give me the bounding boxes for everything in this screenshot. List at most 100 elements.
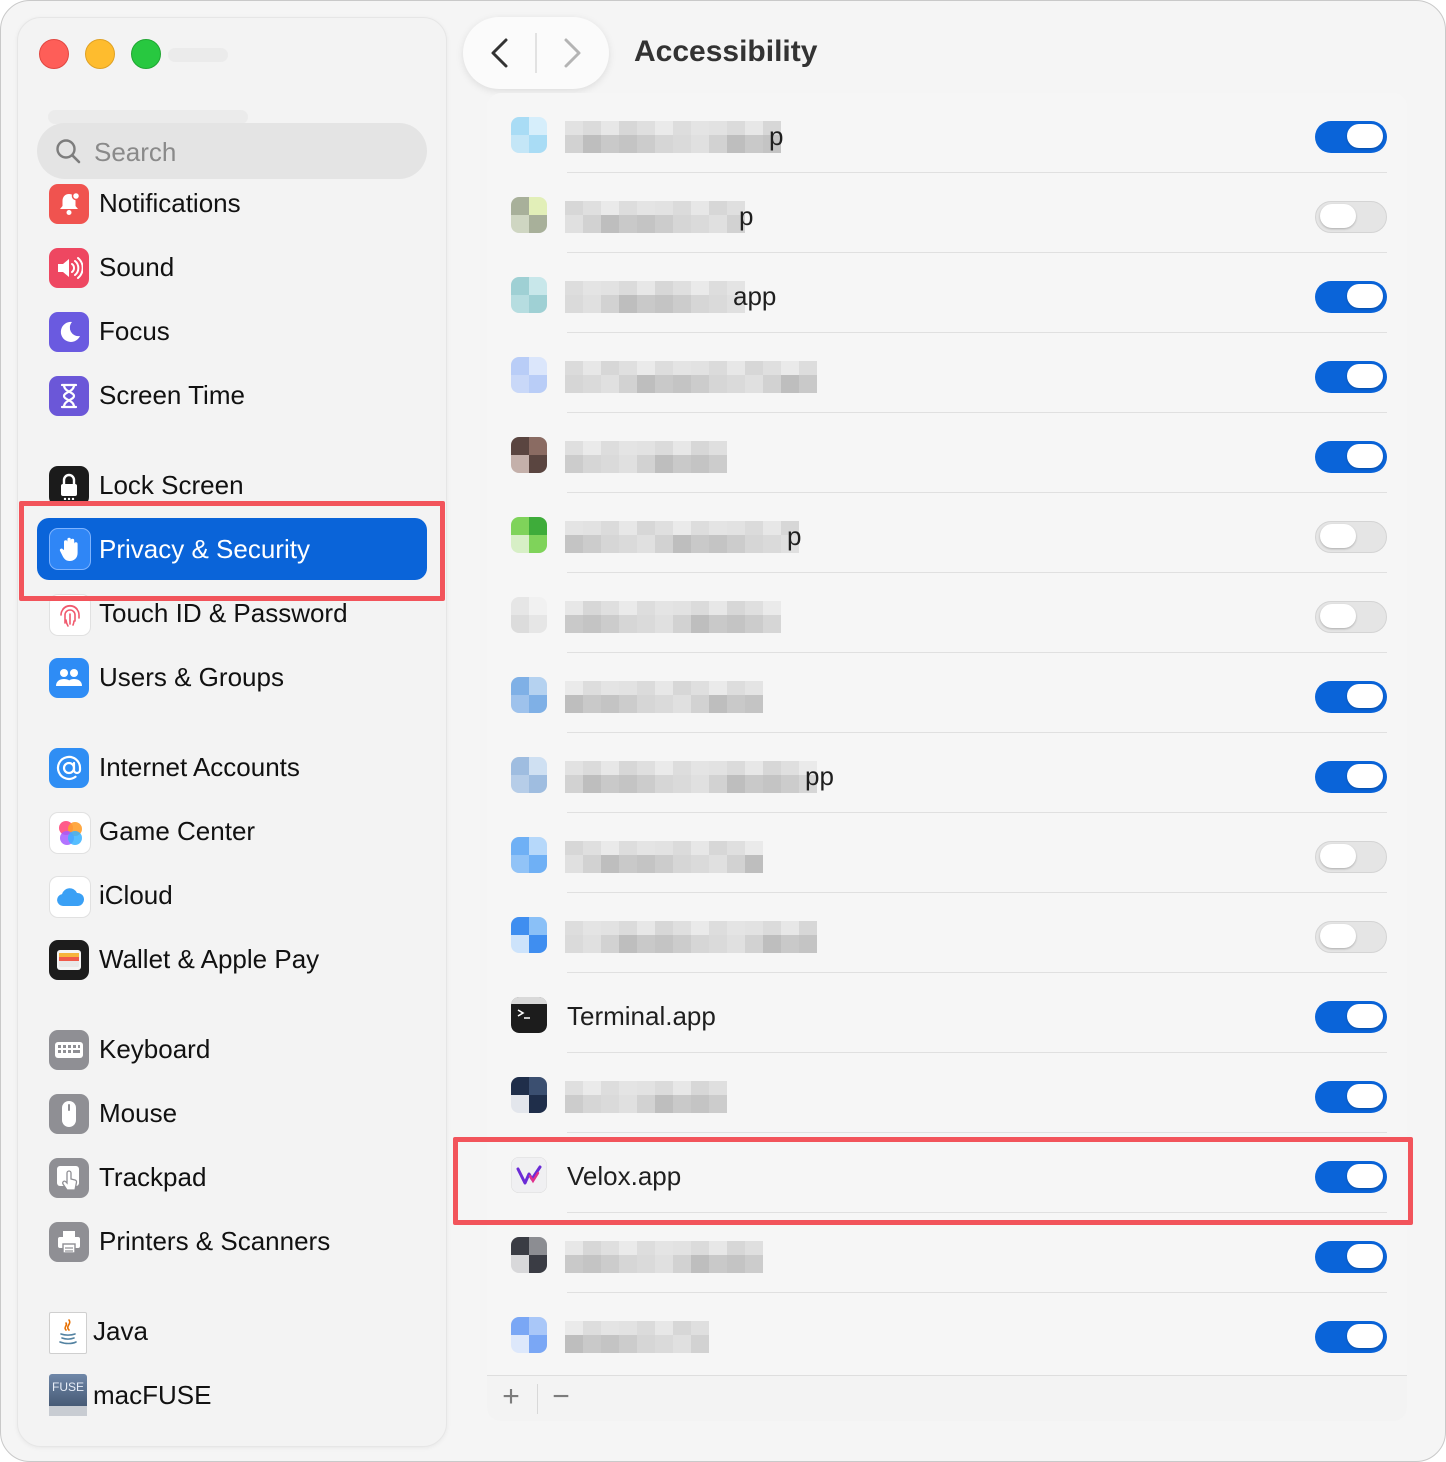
app-icon: [511, 917, 547, 953]
sidebar-item-sound[interactable]: Sound: [37, 238, 427, 298]
close-window-button[interactable]: [39, 39, 69, 69]
accessibility-toggle[interactable]: [1315, 1081, 1387, 1113]
toggle-knob: [1347, 684, 1383, 708]
sidebar-item-notifications[interactable]: Notifications: [37, 174, 427, 234]
trackpad-icon: [49, 1158, 89, 1198]
app-icon: [511, 1317, 547, 1353]
sidebar-item-printers-scanners[interactable]: Printers & Scanners: [37, 1212, 427, 1272]
zoom-window-button[interactable]: [131, 39, 161, 69]
accessibility-toggle[interactable]: [1315, 601, 1387, 633]
accessibility-toggle[interactable]: [1315, 121, 1387, 153]
remove-app-button[interactable]: −: [541, 1380, 581, 1414]
cloud-icon: [49, 876, 91, 918]
sidebar-item-label: Screen Time: [99, 380, 245, 410]
accessibility-toggle[interactable]: [1315, 441, 1387, 473]
accessibility-toggle[interactable]: [1315, 1321, 1387, 1353]
redacted-app-name: [565, 921, 817, 953]
hourglass-icon: [49, 376, 89, 416]
sidebar-item-label: Game Center: [99, 816, 256, 846]
back-button[interactable]: [485, 35, 515, 76]
sidebar-item-screen-time[interactable]: Screen Time: [37, 366, 427, 426]
sidebar-item-trackpad[interactable]: Trackpad: [37, 1148, 427, 1208]
speaker-icon: [49, 248, 89, 288]
app-row: [487, 333, 1407, 413]
app-name-suffix: p: [769, 121, 784, 151]
add-app-button[interactable]: +: [491, 1380, 531, 1414]
sidebar-item-label: Mouse: [99, 1098, 178, 1128]
app-icon: [511, 197, 547, 233]
toggle-knob: [1347, 284, 1383, 308]
sidebar-item-internet-accounts[interactable]: Internet Accounts: [37, 738, 427, 798]
app-icon: [511, 357, 547, 393]
sidebar-item-wallet[interactable]: Wallet & Apple Pay: [37, 930, 427, 990]
sidebar-item-label: Java: [93, 1316, 148, 1346]
app-name: Terminal.app: [567, 1001, 716, 1031]
highlight-velox-row: [453, 1137, 1413, 1225]
sidebar-item-game-center[interactable]: Game Center: [37, 802, 427, 862]
accessibility-toggle[interactable]: [1315, 1001, 1387, 1033]
sidebar-item-icloud[interactable]: iCloud: [37, 866, 427, 926]
app-icon: [511, 597, 547, 633]
sidebar-item-label: Focus: [99, 316, 170, 346]
app-row: Terminal.app: [487, 973, 1407, 1053]
users-icon: [49, 658, 89, 698]
sidebar-item-label: Keyboard: [99, 1034, 211, 1064]
printer-icon: [49, 1222, 89, 1262]
redacted-app-name: [565, 761, 817, 793]
sidebar-item-label: Users & Groups: [99, 662, 284, 692]
sidebar-item-label: Notifications: [99, 188, 241, 218]
sidebar-item-users-groups[interactable]: Users & Groups: [37, 648, 427, 708]
moon-icon: [49, 312, 89, 352]
app-row: [487, 1053, 1407, 1133]
toggle-knob: [1320, 844, 1356, 868]
app-name-suffix: app: [733, 281, 777, 311]
sidebar-item-mouse[interactable]: Mouse: [37, 1084, 427, 1144]
sidebar-item-focus[interactable]: Focus: [37, 302, 427, 362]
sidebar-item-macfuse[interactable]: FUSE macFUSE: [37, 1366, 427, 1426]
app-name-suffix: p: [739, 201, 754, 231]
highlight-privacy-security: [19, 501, 445, 601]
redacted-app-name: [565, 1081, 727, 1113]
page-title: Accessibility: [634, 35, 818, 68]
toggle-knob: [1347, 1244, 1383, 1268]
lock-icon: [49, 466, 89, 506]
accessibility-toggle[interactable]: [1315, 921, 1387, 953]
mouse-icon: [49, 1094, 89, 1134]
toggle-knob: [1320, 524, 1356, 548]
app-row: [487, 813, 1407, 893]
accessibility-toggle[interactable]: [1315, 361, 1387, 393]
app-icon: [511, 757, 547, 793]
sidebar-item-label: Touch ID & Password: [99, 598, 348, 628]
app-row: p: [487, 173, 1407, 253]
redacted-app-name: [565, 441, 727, 473]
terminal-icon: [511, 997, 547, 1033]
app-icon: [511, 437, 547, 473]
accessibility-toggle[interactable]: [1315, 681, 1387, 713]
sidebar-item-label: Trackpad: [99, 1162, 207, 1192]
app-name-suffix: p: [787, 521, 802, 551]
redacted-app-name: [565, 1321, 709, 1353]
game-center-icon: [49, 812, 91, 854]
accessibility-toggle[interactable]: [1315, 841, 1387, 873]
redacted-app-name: [565, 521, 799, 553]
sidebar-item-java[interactable]: Java: [37, 1302, 427, 1362]
keyboard-icon: [49, 1030, 89, 1070]
forward-button[interactable]: [557, 35, 587, 76]
minimize-window-button[interactable]: [85, 39, 115, 69]
redacted-app-name: [565, 681, 763, 713]
chevron-right-icon: [564, 38, 581, 68]
accessibility-toggle[interactable]: [1315, 1241, 1387, 1273]
accessibility-toggle[interactable]: [1315, 761, 1387, 793]
app-row: p: [487, 493, 1407, 573]
accessibility-toggle[interactable]: [1315, 281, 1387, 313]
settings-window: Search Notifications Sound Focus Screen …: [0, 0, 1446, 1462]
sidebar-item-label: Printers & Scanners: [99, 1226, 331, 1256]
accessibility-toggle[interactable]: [1315, 201, 1387, 233]
toggle-knob: [1347, 764, 1383, 788]
chevron-left-icon: [491, 38, 508, 68]
accessibility-toggle[interactable]: [1315, 521, 1387, 553]
app-row: p: [487, 93, 1407, 173]
sidebar-item-label: Wallet & Apple Pay: [99, 944, 320, 974]
sidebar-item-keyboard[interactable]: Keyboard: [37, 1020, 427, 1080]
search-field[interactable]: Search: [37, 123, 427, 179]
